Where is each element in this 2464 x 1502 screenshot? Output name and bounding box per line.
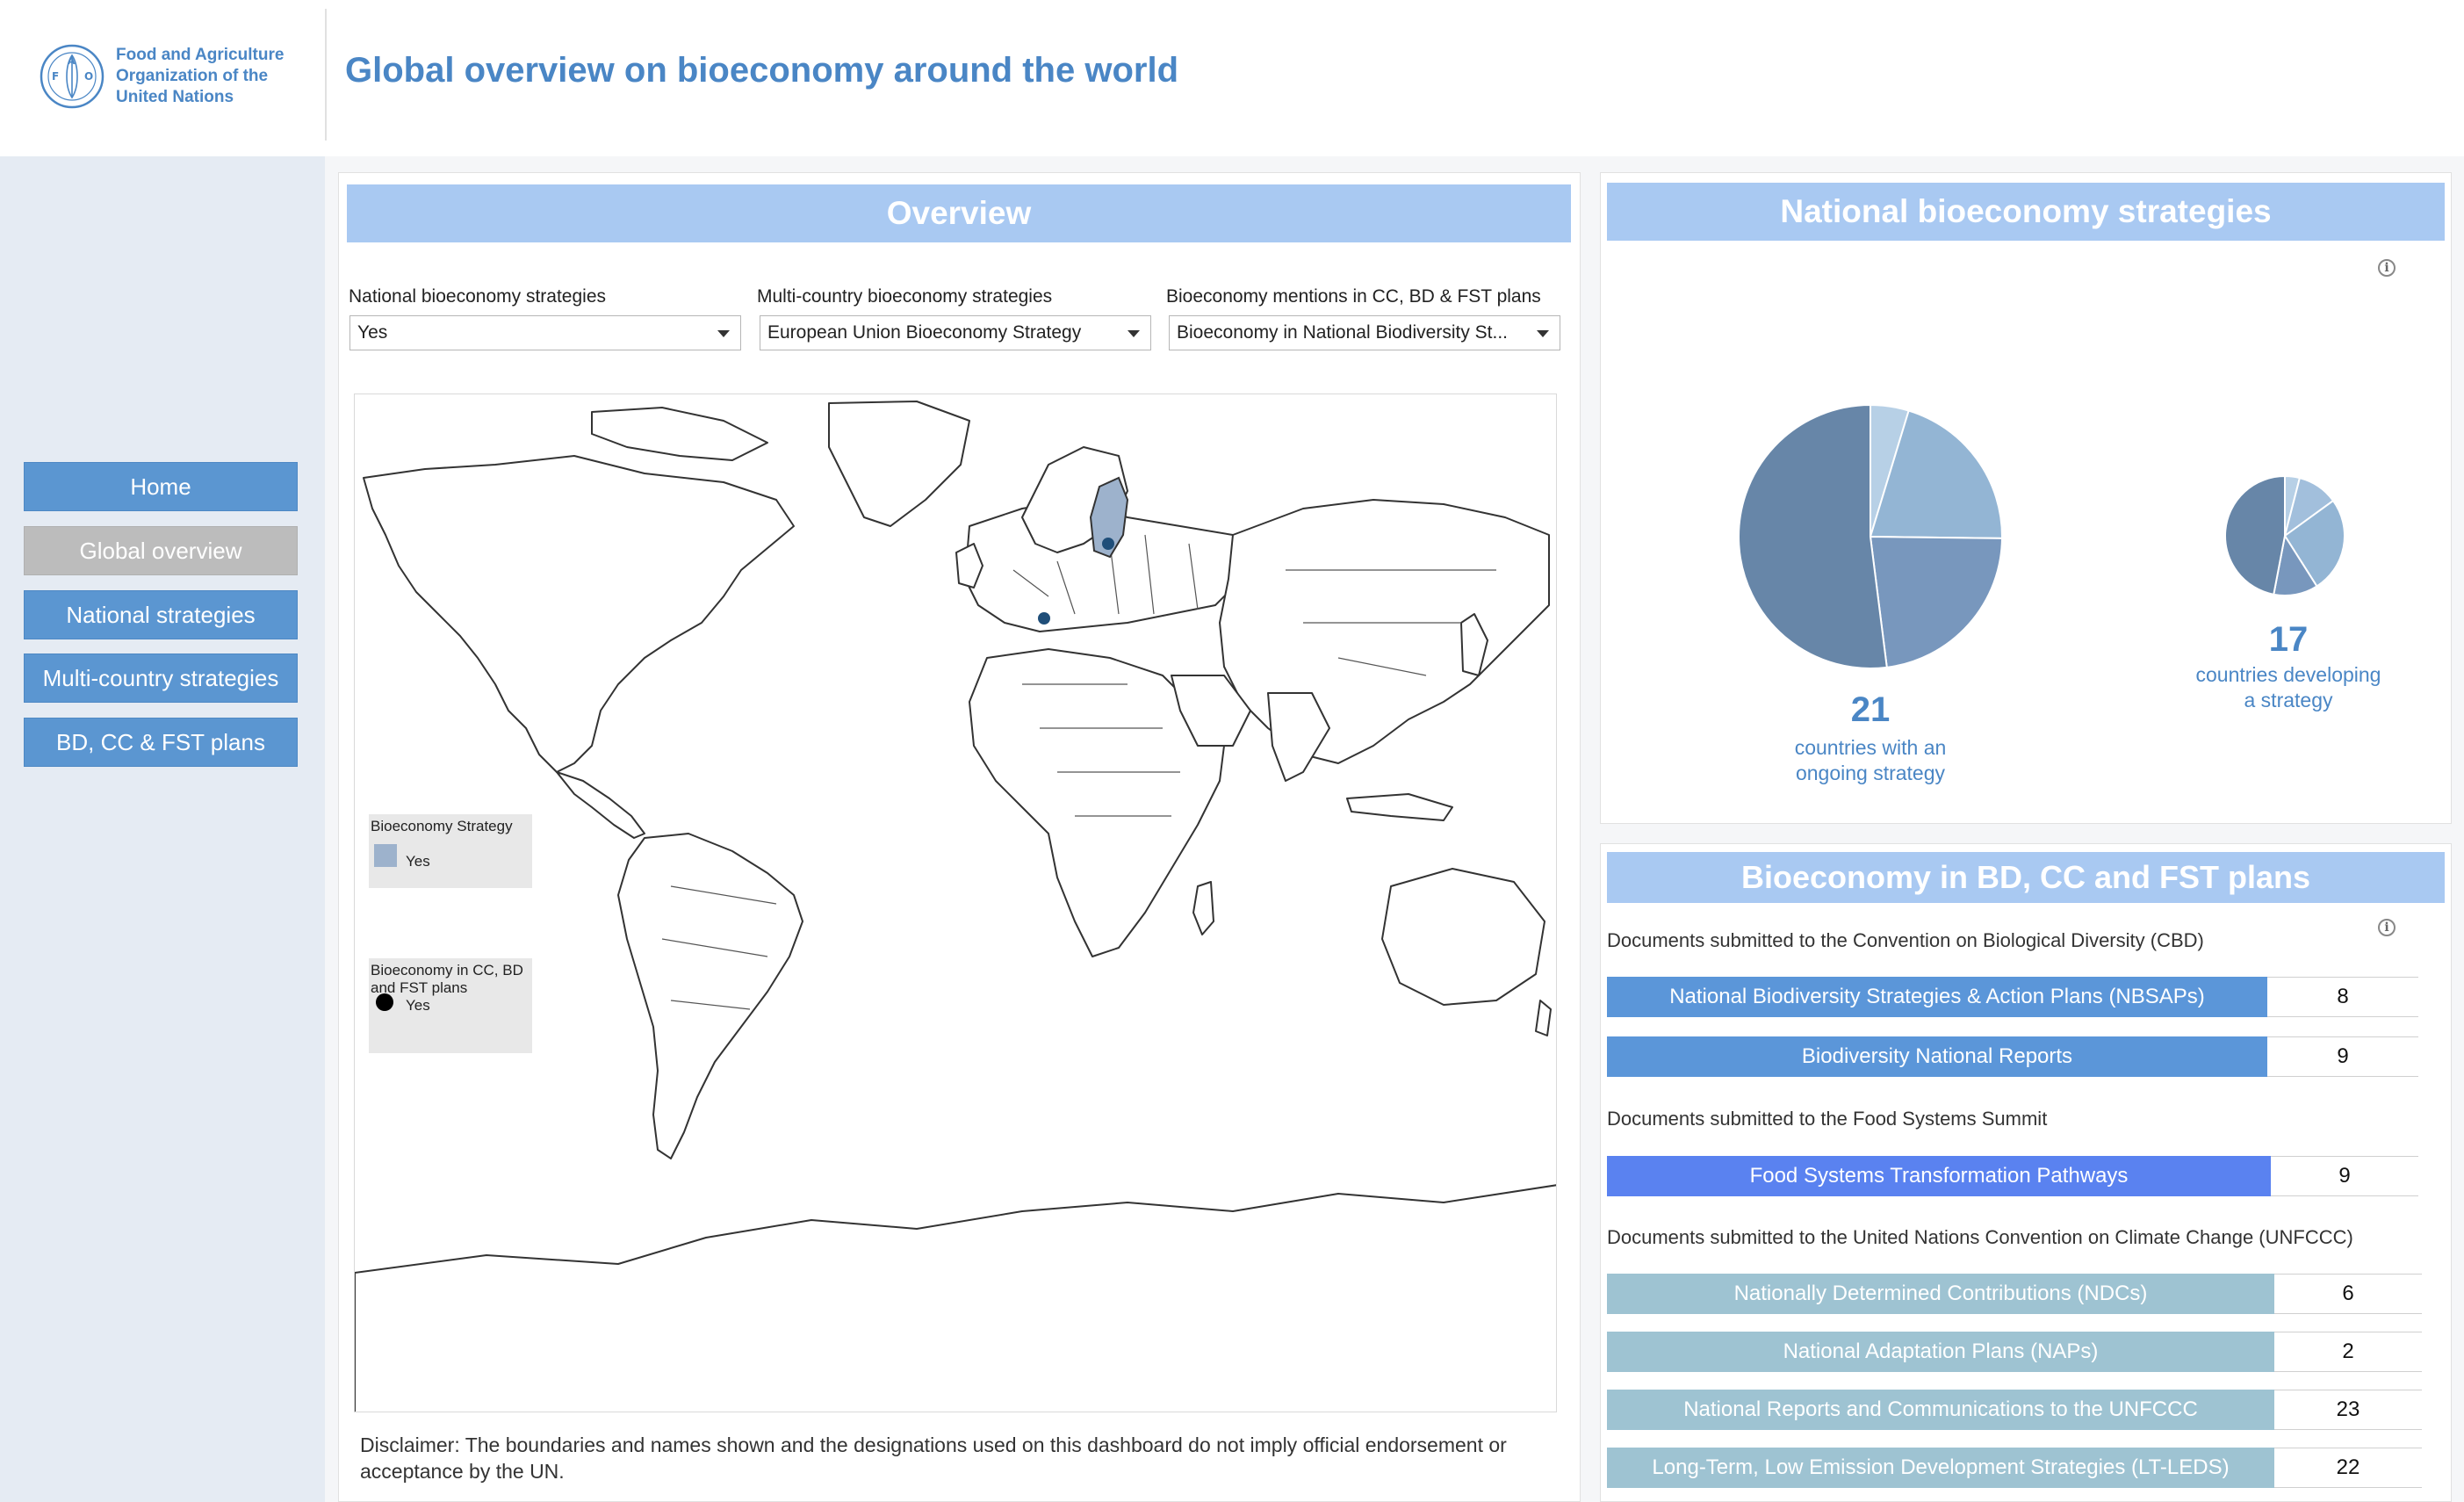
table-row[interactable]: Food Systems Transformation Pathways 9	[1607, 1156, 2418, 1196]
developing-desc-line-1: countries developing	[2195, 663, 2381, 686]
table-row[interactable]: Nationally Determined Contributions (NDC…	[1607, 1274, 2422, 1314]
map-indonesia	[1346, 793, 1453, 821]
header: F A O Food and Agriculture Organization …	[0, 0, 2464, 156]
group-label-cbd: Documents submitted to the Convention on…	[1607, 929, 2204, 951]
chevron-down-icon	[1128, 330, 1140, 337]
filter-value-mentions: Bioeconomy in National Biodiversity St..…	[1177, 322, 1509, 343]
map-asia	[1219, 499, 1550, 764]
developing-desc-line-2: a strategy	[2244, 689, 2333, 711]
svg-text:F: F	[52, 70, 59, 83]
doc-label-fst-pathways[interactable]: Food Systems Transformation Pathways	[1607, 1156, 2271, 1196]
org-line-2: Organization of the	[116, 67, 269, 85]
filter-label-mentions: Bioeconomy mentions in CC, BD & FST plan…	[1166, 286, 1541, 307]
doc-value-lt-leds: 22	[2274, 1448, 2422, 1488]
doc-label-biodiversity-reports[interactable]: Biodiversity National Reports	[1607, 1036, 2267, 1077]
table-row[interactable]: Biodiversity National Reports 9	[1607, 1036, 2418, 1077]
fao-logo[interactable]: F A O Food and Agriculture Organization …	[39, 40, 320, 112]
doc-label-ndcs[interactable]: Nationally Determined Contributions (NDC…	[1607, 1274, 2274, 1314]
developing-strategies-pie	[2224, 474, 2345, 596]
doc-label-nbsaps[interactable]: National Biodiversity Strategies & Actio…	[1607, 977, 2267, 1017]
pie-slice-3[interactable]	[1738, 403, 1888, 669]
doc-value-naps: 2	[2274, 1332, 2422, 1372]
group-label-unfccc: Documents submitted to the United Nation…	[1607, 1226, 2353, 1248]
map-marker-belgium	[1038, 612, 1050, 625]
legend-plans: Bioeconomy in CC, BD and FST plans Yes	[369, 958, 532, 1053]
pie-slice-4[interactable]	[2224, 474, 2286, 596]
national-strategies-title: National bioeconomy strategies	[1607, 183, 2445, 241]
doc-value-unfccc-reports: 23	[2274, 1390, 2422, 1430]
chevron-down-icon	[1537, 330, 1549, 337]
map-marker-finland	[1102, 538, 1114, 550]
map-new-zealand	[1535, 1000, 1552, 1036]
world-map-svg	[355, 401, 1556, 1412]
filter-select-mentions[interactable]: Bioeconomy in National Biodiversity St..…	[1169, 315, 1560, 350]
fao-org-name: Food and Agriculture Organization of the…	[116, 45, 284, 108]
table-row[interactable]: National Biodiversity Strategies & Actio…	[1607, 977, 2418, 1017]
map-australia	[1381, 868, 1545, 1006]
ongoing-desc-line-1: countries with an	[1794, 736, 1947, 759]
map-madagascar	[1192, 881, 1214, 935]
legend-strategy: Bioeconomy Strategy Yes	[369, 814, 532, 888]
doc-label-lt-leds[interactable]: Long-Term, Low Emission Development Stra…	[1607, 1448, 2274, 1488]
sidebar	[0, 156, 325, 1502]
chevron-down-icon	[717, 330, 730, 337]
ongoing-strategies-pie	[1738, 403, 2004, 669]
sidebar-item-home[interactable]: Home	[24, 462, 298, 511]
legend-plans-item: Yes	[406, 997, 430, 1014]
filter-label-national: National bioeconomy strategies	[349, 286, 606, 307]
org-line-1: Food and Agriculture	[116, 46, 285, 64]
table-row[interactable]: National Reports and Communications to t…	[1607, 1390, 2422, 1430]
legend-plans-dot	[376, 993, 393, 1011]
header-divider	[325, 9, 327, 141]
sidebar-item-national-strategies[interactable]: National strategies	[24, 590, 298, 639]
table-row[interactable]: National Adaptation Plans (NAPs) 2	[1607, 1332, 2422, 1372]
filter-select-multi-country[interactable]: European Union Bioeconomy Strategy	[760, 315, 1151, 350]
map-north-america	[363, 455, 795, 773]
org-line-3: United Nations	[116, 88, 234, 106]
svg-text:O: O	[84, 70, 93, 83]
pie-slice-2[interactable]	[1869, 535, 2004, 668]
ongoing-desc-line-2: ongoing strategy	[1795, 762, 1946, 784]
map-south-america	[617, 833, 803, 1159]
ongoing-strategies-desc: countries with an ongoing strategy	[1747, 735, 1993, 786]
developing-strategies-desc: countries developing a strategy	[2165, 662, 2411, 713]
sidebar-item-bd-cc-fst-plans[interactable]: BD, CC & FST plans	[24, 718, 298, 767]
legend-plans-title: Bioeconomy in CC, BD and FST plans	[371, 962, 523, 996]
doc-value-fst-pathways: 9	[2271, 1156, 2418, 1196]
developing-strategies-count: 17	[2268, 620, 2309, 659]
map-greenland	[828, 401, 970, 527]
doc-label-unfccc-reports[interactable]: National Reports and Communications to t…	[1607, 1390, 2274, 1430]
overview-title: Overview	[347, 184, 1571, 242]
filter-label-multi-country: Multi-country bioeconomy strategies	[757, 286, 1053, 307]
sidebar-item-global-overview[interactable]: Global overview	[24, 526, 298, 575]
filter-select-national[interactable]: Yes	[349, 315, 741, 350]
world-map[interactable]: Bioeconomy Strategy Yes Bioeconomy in CC…	[354, 394, 1557, 1412]
disclaimer: Disclaimer: The boundaries and names sho…	[360, 1433, 1507, 1483]
doc-label-naps[interactable]: National Adaptation Plans (NAPs)	[1607, 1332, 2274, 1372]
legend-strategy-item: Yes	[406, 853, 430, 870]
page-title: Global overview on bioeconomy around the…	[345, 51, 1179, 90]
plans-title: Bioeconomy in BD, CC and FST plans	[1607, 852, 2445, 903]
legend-strategy-title: Bioeconomy Strategy	[371, 818, 513, 834]
ongoing-strategies-count: 21	[1850, 690, 1891, 729]
sidebar-item-multi-country-strategies[interactable]: Multi-country strategies	[24, 654, 298, 703]
map-central-america	[556, 771, 645, 839]
info-icon[interactable]: i	[2378, 259, 2396, 277]
doc-value-ndcs: 6	[2274, 1274, 2422, 1314]
fao-emblem-icon: F A O	[40, 44, 104, 109]
info-icon[interactable]: i	[2378, 919, 2396, 936]
map-antarctica	[355, 1184, 1556, 1412]
group-label-fss: Documents submitted to the Food Systems …	[1607, 1108, 2048, 1130]
svg-text:A: A	[68, 55, 76, 67]
filter-value-multi-country: European Union Bioeconomy Strategy	[767, 322, 1082, 343]
doc-value-biodiversity-reports: 9	[2267, 1036, 2418, 1077]
map-arctic-islands	[591, 407, 768, 461]
doc-value-nbsaps: 8	[2267, 977, 2418, 1017]
legend-strategy-swatch	[374, 844, 397, 867]
table-row[interactable]: Long-Term, Low Emission Development Stra…	[1607, 1448, 2422, 1488]
filter-value-national: Yes	[357, 322, 388, 343]
